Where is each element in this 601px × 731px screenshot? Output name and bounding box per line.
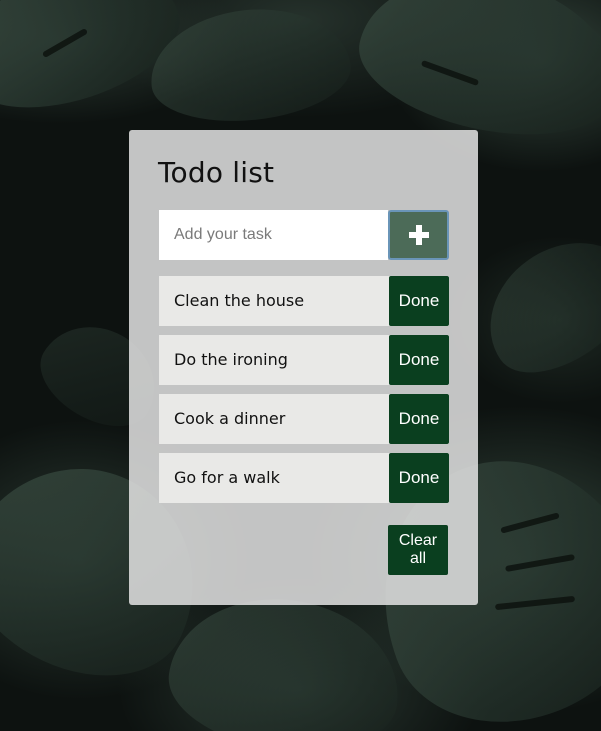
done-button[interactable]: Done [389, 394, 449, 444]
task-item: Go for a walk Done [159, 453, 449, 503]
task-label: Clean the house [174, 291, 305, 310]
task-item: Cook a dinner Done [159, 394, 449, 444]
clear-all-button[interactable]: Clear all [388, 525, 448, 575]
background-leaf [462, 214, 601, 396]
done-button[interactable]: Done [389, 335, 449, 385]
add-task-row [159, 210, 449, 260]
page-title: Todo list [158, 156, 275, 189]
todo-card: Todo list Clean the house Done Do the ir… [129, 130, 478, 605]
task-input[interactable] [159, 210, 388, 260]
task-label: Do the ironing [174, 350, 288, 369]
task-label: Cook a dinner [174, 409, 286, 428]
done-button[interactable]: Done [389, 276, 449, 326]
task-list: Clean the house Done Do the ironing Done… [159, 276, 449, 512]
done-button[interactable]: Done [389, 453, 449, 503]
background-leaf [160, 584, 410, 731]
task-item: Clean the house Done [159, 276, 449, 326]
add-task-button[interactable] [388, 210, 449, 260]
task-label: Go for a walk [174, 468, 280, 487]
plus-icon [408, 225, 429, 245]
task-item: Do the ironing Done [159, 335, 449, 385]
